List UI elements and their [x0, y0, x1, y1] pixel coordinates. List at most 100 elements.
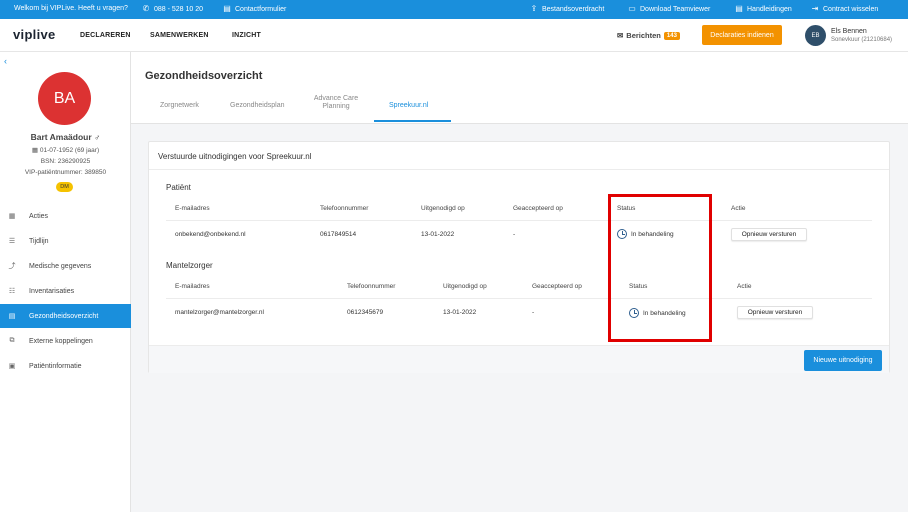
- column-header-accepted: Geaccepteerd op: [532, 283, 582, 290]
- chat-icon: ✉: [617, 31, 624, 40]
- sidebar-item-medische-gegevens[interactable]: ⤴ Medische gegevens: [0, 254, 131, 278]
- carer-invited-date: 13-01-2022: [443, 309, 477, 316]
- column-header-action: Actie: [731, 205, 746, 212]
- sidebar-item-label: Externe koppelingen: [29, 337, 93, 345]
- column-header-phone: Telefoonnummer: [320, 205, 369, 212]
- sidebar-item-label: Acties: [29, 212, 49, 220]
- patient-name: Bart Amaädour ♂: [30, 132, 101, 142]
- monitor-icon: ▭: [628, 4, 636, 13]
- manuals-link[interactable]: ▤ Handleidingen: [735, 5, 792, 13]
- patient-section-title: Patiënt: [166, 183, 191, 192]
- sidebar-item-tijdlijn[interactable]: ☰ Tijdlijn: [0, 229, 131, 253]
- sidebar-item-label: Gezondheidsoverzicht: [29, 312, 99, 320]
- manuals-label: Handleidingen: [747, 5, 792, 13]
- document-icon: ▤: [735, 4, 743, 13]
- phone-link[interactable]: ✆ 088 - 528 10 20: [142, 5, 203, 13]
- patient-avatar: BA: [38, 72, 91, 125]
- patient-dob-text: 01-07-1952 (69 jaar): [39, 147, 100, 154]
- list-icon: ☰: [8, 238, 16, 245]
- carer-email: mantelzorger@mantelzorger.nl: [175, 309, 264, 316]
- content-header: Gezondheidsoverzicht Zorgnetwerk Gezondh…: [131, 52, 908, 124]
- page-title: Gezondheidsoverzicht: [145, 70, 263, 82]
- phone-label: 088 - 528 10 20: [154, 5, 204, 13]
- nav-inzicht[interactable]: INZICHT: [232, 32, 261, 39]
- checklist-icon: ☷: [8, 288, 16, 295]
- main-navigation: viplive DECLAREREN SAMENWERKEN INZICHT ✉…: [0, 19, 908, 52]
- tab-spreekuur[interactable]: Spreekuur.nl: [389, 102, 428, 109]
- patient-phone: 0617849514: [320, 231, 357, 238]
- welcome-text: Welkom bij VIPLive. Heeft u vragen?: [14, 5, 128, 12]
- sidebar-item-label: Tijdlijn: [29, 237, 49, 245]
- tab-advance-care-line1: Advance Care: [313, 95, 359, 102]
- top-info-bar: Welkom bij VIPLive. Heeft u vragen? ✆ 08…: [0, 0, 908, 19]
- upload-icon: ⇪: [530, 4, 538, 13]
- column-header-invited: Uitgenodigd op: [443, 283, 487, 290]
- nav-samenwerken[interactable]: SAMENWERKEN: [150, 32, 209, 39]
- column-header-phone: Telefoonnummer: [347, 283, 396, 290]
- column-header-email: E-mailadres: [175, 283, 210, 290]
- tab-zorgnetwerk[interactable]: Zorgnetwerk: [160, 102, 199, 109]
- contact-form-link[interactable]: ▤ Contactformulier: [223, 5, 286, 13]
- nav-declareren[interactable]: DECLAREREN: [80, 32, 131, 39]
- teamviewer-label: Download Teamviewer: [640, 5, 711, 13]
- submit-declarations-button[interactable]: Declaraties indienen: [702, 25, 782, 45]
- dm-badge: DM: [56, 182, 73, 192]
- welcome-label: Welkom bij VIPLive. Heeft u vragen?: [14, 5, 128, 12]
- id-card-icon: ▣: [8, 363, 16, 370]
- carer-section-title: Mantelzorger: [166, 261, 213, 270]
- patient-invited-date: 13-01-2022: [421, 231, 455, 238]
- sidebar-item-gezondheidsoverzicht[interactable]: ▤ Gezondheidsoverzicht: [0, 304, 131, 328]
- sidebar-item-label: Medische gegevens: [29, 262, 92, 270]
- patient-resend-button[interactable]: Opnieuw versturen: [731, 228, 807, 241]
- messages-label: Berichten: [626, 31, 661, 40]
- sidebar-item-externe-koppelingen[interactable]: ⧉ Externe koppelingen: [0, 329, 131, 353]
- active-tab-indicator: [374, 120, 451, 122]
- patient-vip-number: VIP-patiëntnummer: 389850: [24, 169, 107, 176]
- tab-advance-care-planning[interactable]: Advance Care Planning: [311, 95, 361, 111]
- tab-advance-care-line2: Planning: [322, 103, 350, 110]
- chart-icon: ⤴: [8, 263, 16, 270]
- row-divider: [166, 220, 872, 221]
- sidebar-item-label: Patiëntinformatie: [29, 362, 82, 370]
- row-divider: [166, 298, 872, 299]
- patient-dob: ▦ 01-07-1952 (69 jaar): [0, 146, 131, 154]
- messages-count-badge: 143: [663, 31, 680, 40]
- new-invitation-button[interactable]: Nieuwe uitnodiging: [804, 350, 882, 371]
- divider: [149, 169, 889, 170]
- file-transfer-link[interactable]: ⇪ Bestandsoverdracht: [530, 4, 605, 13]
- patient-accepted-date: -: [513, 231, 516, 238]
- column-header-action: Actie: [737, 283, 752, 290]
- user-role: Sonevkuur (21210684): [831, 37, 893, 43]
- carer-phone: 0612345679: [347, 309, 384, 316]
- card-footer: Nieuwe uitnodiging: [149, 345, 889, 373]
- carer-resend-button[interactable]: Opnieuw versturen: [737, 306, 813, 319]
- column-header-email: E-mailadres: [175, 205, 210, 212]
- logo[interactable]: viplive: [13, 27, 56, 42]
- calendar-icon: ▦: [31, 147, 39, 154]
- carer-accepted-date: -: [532, 309, 535, 316]
- invitations-card: Verstuurde uitnodigingen voor Spreekuur.…: [148, 141, 890, 373]
- external-link-icon: ⧉: [9, 337, 15, 344]
- contact-label: Contactformulier: [235, 5, 287, 13]
- patient-email: onbekend@onbekend.nl: [175, 231, 246, 238]
- sidebar-item-inventarisaties[interactable]: ☷ Inventarisaties: [0, 279, 131, 303]
- switch-contract-link[interactable]: ⇥ Contract wisselen: [811, 4, 879, 13]
- document-icon: ▤: [8, 313, 16, 320]
- column-header-accepted: Geaccepteerd op: [513, 205, 563, 212]
- status-highlight-box: [608, 194, 712, 342]
- document-icon: ▤: [223, 4, 231, 13]
- transfer-label: Bestandsoverdracht: [542, 5, 605, 13]
- switch-label: Contract wisselen: [823, 5, 879, 13]
- patient-sidebar: ‹ BA Bart Amaädour ♂ ▦ 01-07-1952 (69 ja…: [0, 52, 131, 512]
- teamviewer-link[interactable]: ▭ Download Teamviewer: [628, 5, 710, 13]
- sidebar-item-acties[interactable]: ▦ Acties: [0, 204, 131, 228]
- exit-icon: ⇥: [811, 4, 819, 13]
- chevron-left-icon[interactable]: ‹: [4, 56, 7, 66]
- user-avatar[interactable]: EB: [805, 25, 826, 46]
- messages-link[interactable]: ✉ Berichten 143: [617, 31, 680, 40]
- phone-icon: ✆: [142, 4, 150, 13]
- user-name[interactable]: Els Bennen: [831, 28, 867, 35]
- calendar-icon: ▦: [8, 213, 16, 220]
- tab-gezondheidsplan[interactable]: Gezondheidsplan: [230, 102, 285, 109]
- sidebar-item-patientinformatie[interactable]: ▣ Patiëntinformatie: [0, 354, 131, 378]
